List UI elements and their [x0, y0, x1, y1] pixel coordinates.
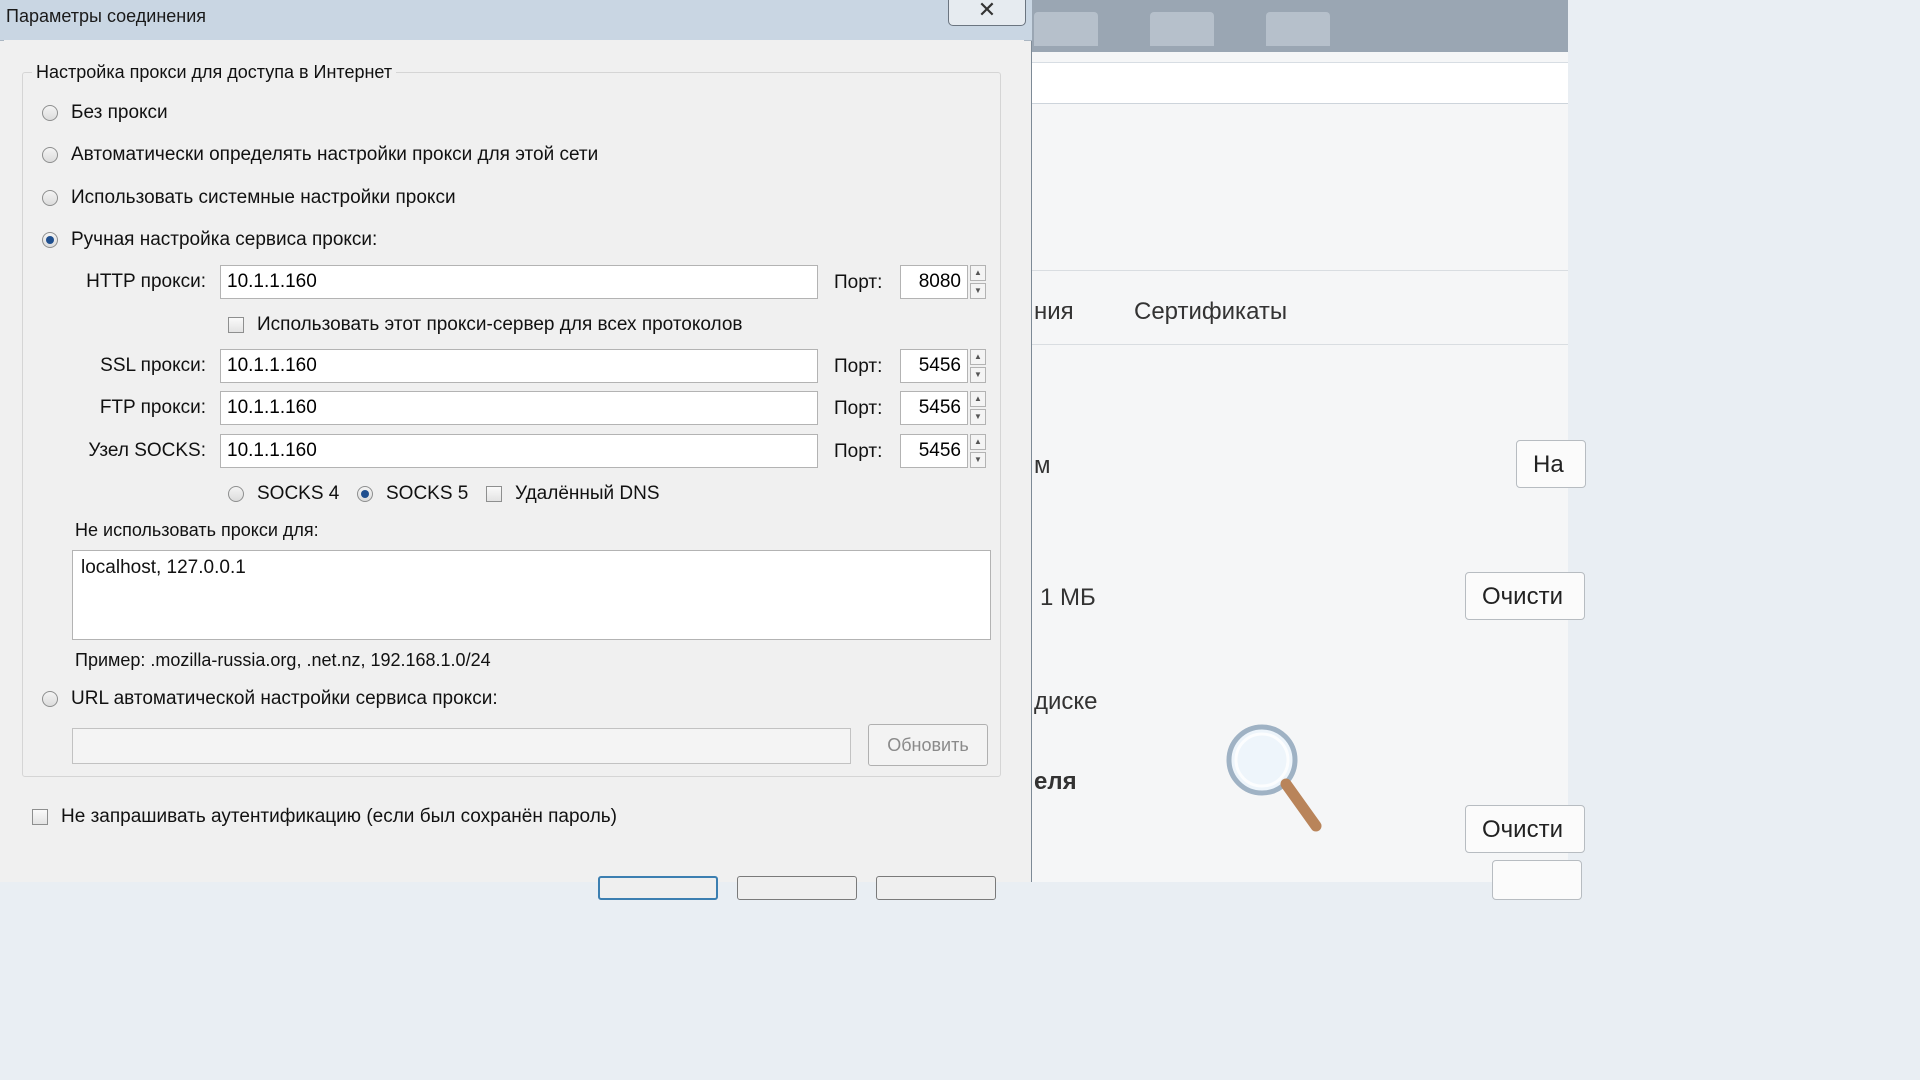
connection-settings-dialog: Параметры соединения ✕ Настройка прокси …	[0, 0, 1032, 900]
background-cache-size: 1 МБ	[1040, 584, 1096, 611]
background-tab-partial: ния	[1034, 298, 1074, 325]
background-text-fragment: м	[1034, 452, 1051, 479]
http-proxy-input[interactable]	[220, 265, 818, 299]
background-heading-partial: еля	[1034, 768, 1077, 795]
spin-up-icon[interactable]: ▲	[970, 349, 986, 365]
auto-detect-option[interactable]: Автоматически определять настройки прокс…	[42, 144, 598, 166]
auto-detect-radio[interactable]	[42, 147, 58, 163]
no-proxy-radio[interactable]	[42, 105, 58, 121]
http-port-spinner[interactable]: ▲ ▼	[970, 265, 986, 299]
spin-up-icon[interactable]: ▲	[970, 391, 986, 407]
pac-url-input[interactable]	[72, 728, 851, 764]
ftp-proxy-input[interactable]	[220, 391, 818, 425]
no-auth-prompt-checkbox[interactable]	[32, 809, 48, 825]
no-proxy-option[interactable]: Без прокси	[42, 102, 168, 124]
background-settings-button[interactable]: На	[1516, 440, 1586, 488]
socks-host-input[interactable]	[220, 434, 818, 468]
auto-detect-label: Автоматически определять настройки прокс…	[71, 144, 599, 165]
socks4-radio[interactable]	[228, 486, 244, 502]
background-disk-text: диске	[1034, 688, 1098, 715]
socks4-label: SOCKS 4	[257, 483, 340, 504]
ssl-port-spinner[interactable]: ▲ ▼	[970, 349, 986, 383]
background-tab-certificates: Сертификаты	[1134, 298, 1288, 325]
ftp-port-input[interactable]	[900, 391, 968, 425]
no-auth-prompt-label: Не запрашивать аутентификацию (если был …	[61, 806, 618, 827]
dialog-title: Параметры соединения	[6, 6, 207, 26]
socks4-option[interactable]: SOCKS 4	[228, 483, 339, 505]
http-proxy-label: HTTP прокси:	[86, 271, 206, 292]
update-button[interactable]: Обновить	[868, 724, 988, 766]
background-clear-button-2[interactable]: Очисти	[1465, 805, 1585, 853]
system-proxy-radio[interactable]	[42, 190, 58, 206]
socks5-option[interactable]: SOCKS 5	[357, 483, 468, 505]
ftp-port-label: Порт:	[834, 398, 883, 419]
socks5-label: SOCKS 5	[386, 483, 469, 504]
system-proxy-option[interactable]: Использовать системные настройки прокси	[42, 187, 456, 209]
pac-url-option[interactable]: URL автоматической настройки сервиса про…	[42, 688, 498, 710]
socks-host-label: Узел SOCKS:	[88, 440, 206, 461]
close-icon: ✕	[977, 0, 997, 22]
no-auth-prompt-option[interactable]: Не запрашивать аутентификацию (если был …	[32, 806, 617, 828]
close-button[interactable]: ✕	[948, 0, 1026, 26]
background-toolbar-icon	[1150, 12, 1214, 46]
no-proxy-label: Без прокси	[71, 102, 168, 123]
socks-port-input[interactable]	[900, 434, 968, 468]
socks-port-spinner[interactable]: ▲ ▼	[970, 434, 986, 468]
background-divider	[1030, 270, 1568, 271]
ftp-proxy-label: FTP прокси:	[99, 397, 206, 418]
background-clear-cache-button[interactable]: Очисти	[1465, 572, 1585, 620]
spin-down-icon[interactable]: ▼	[970, 452, 986, 468]
no-proxy-for-label: Не использовать прокси для:	[75, 520, 319, 540]
spin-up-icon[interactable]: ▲	[970, 434, 986, 450]
manual-proxy-label: Ручная настройка сервиса прокси:	[71, 229, 378, 250]
ssl-proxy-input[interactable]	[220, 349, 818, 383]
http-port-label: Порт:	[834, 272, 883, 293]
spin-down-icon[interactable]: ▼	[970, 409, 986, 425]
background-divider	[1030, 344, 1568, 345]
background-address-bar	[1030, 62, 1568, 104]
background-toolbar-icon	[1034, 12, 1098, 46]
help-button[interactable]	[876, 876, 996, 900]
socks5-radio[interactable]	[357, 486, 373, 502]
spin-down-icon[interactable]: ▼	[970, 283, 986, 299]
spin-down-icon[interactable]: ▼	[970, 367, 986, 383]
remote-dns-label: Удалённый DNS	[515, 483, 660, 504]
no-proxy-for-textarea[interactable]: localhost, 127.0.0.1	[72, 550, 991, 640]
ftp-port-spinner[interactable]: ▲ ▼	[970, 391, 986, 425]
background-toolbar-icon	[1266, 12, 1330, 46]
no-proxy-example: Пример: .mozilla-russia.org, .net.nz, 19…	[75, 650, 491, 670]
background-button-partial[interactable]	[1492, 860, 1582, 900]
all-protocols-option[interactable]: Использовать этот прокси-сервер для всех…	[228, 314, 743, 336]
manual-proxy-option[interactable]: Ручная настройка сервиса прокси:	[42, 229, 377, 251]
pac-url-label: URL автоматической настройки сервиса про…	[71, 688, 498, 709]
all-protocols-checkbox[interactable]	[228, 317, 244, 333]
spin-up-icon[interactable]: ▲	[970, 265, 986, 281]
ssl-port-label: Порт:	[834, 356, 883, 377]
manual-proxy-radio[interactable]	[42, 232, 58, 248]
system-proxy-label: Использовать системные настройки прокси	[71, 187, 456, 208]
ok-button[interactable]	[598, 876, 718, 900]
socks-port-label: Порт:	[834, 441, 883, 462]
background-toolbar	[1030, 0, 1568, 52]
group-legend: Настройка прокси для доступа в Интернет	[32, 62, 397, 83]
all-protocols-label: Использовать этот прокси-сервер для всех…	[257, 314, 743, 335]
remote-dns-checkbox[interactable]	[486, 486, 502, 502]
ssl-port-input[interactable]	[900, 349, 968, 383]
cancel-button[interactable]	[737, 876, 857, 900]
http-port-input[interactable]	[900, 265, 968, 299]
magnifier-icon	[1226, 724, 1322, 832]
remote-dns-option[interactable]: Удалённый DNS	[486, 483, 660, 505]
dialog-titlebar: Параметры соединения ✕	[0, 0, 1032, 41]
pac-url-radio[interactable]	[42, 691, 58, 707]
ssl-proxy-label: SSL прокси:	[100, 355, 206, 376]
